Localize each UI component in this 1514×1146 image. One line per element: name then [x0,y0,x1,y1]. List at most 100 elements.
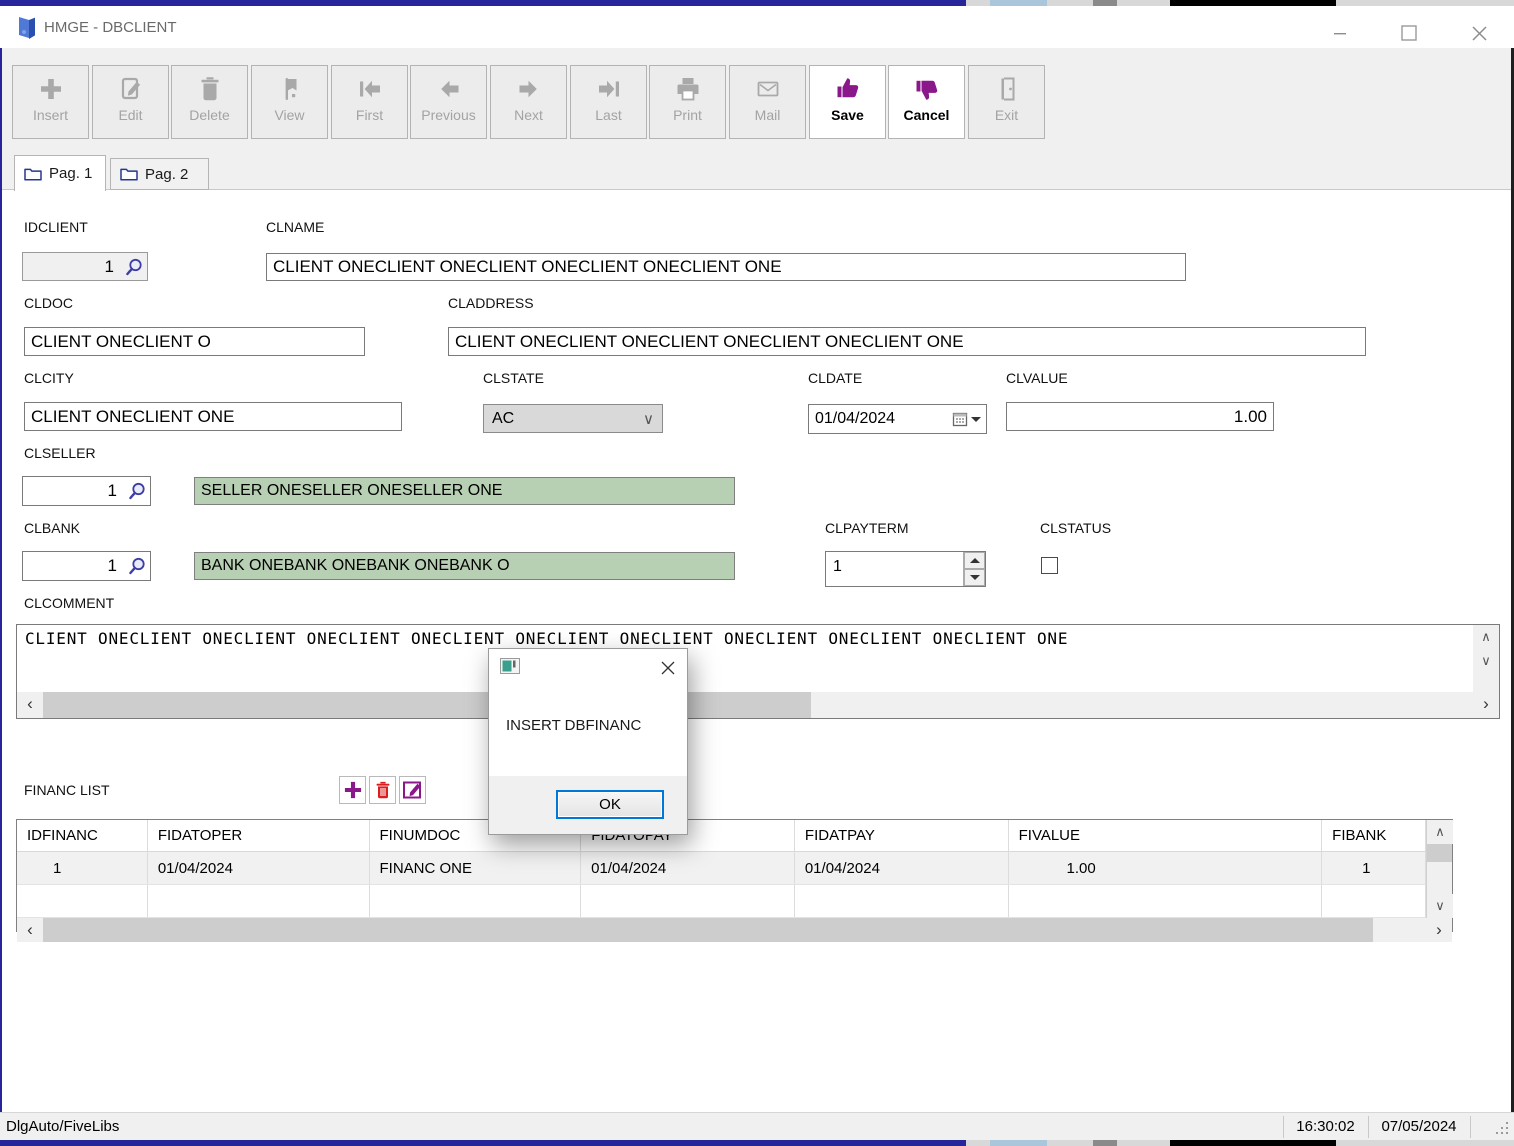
scroll-left-icon[interactable]: ‹ [17,918,43,942]
minimize-button[interactable] [1323,18,1357,48]
scroll-track[interactable] [1427,862,1452,894]
thumb-up-icon [833,74,863,104]
clcity-label: CLCITY [24,370,74,386]
financ-list-label: FINANC LIST [24,782,110,798]
tab-pag2[interactable]: Pag. 2 [110,158,209,190]
table-cell [17,885,148,917]
toolbar-button-print[interactable]: Print [649,65,726,139]
table-cell [1009,885,1323,917]
toolbar-button-save[interactable]: Save [809,65,886,139]
table-header-cell[interactable]: FIBANK [1322,820,1426,851]
toolbar-button-cancel[interactable]: Cancel [888,65,965,139]
table-header-cell[interactable]: FIDATPAY [795,820,1009,851]
toolbar-button-edit[interactable]: Edit [92,65,169,139]
toolbar-button-label: Save [831,107,864,123]
table-row-empty[interactable] [17,885,1426,918]
toolbar-button-label: Insert [33,107,68,123]
scroll-right-icon[interactable]: › [1473,692,1499,716]
financ-hscrollbar[interactable]: ‹ › [17,918,1452,942]
cldate-calendar-button[interactable] [946,405,986,433]
magnifier-icon [127,556,147,576]
tab-pag1[interactable]: Pag. 1 [14,155,106,191]
close-button[interactable] [1462,18,1496,48]
financ-table: IDFINANCFIDATOPERFINUMDOCFIDATOPAYFIDATP… [16,819,1453,932]
tab-label: Pag. 2 [145,166,188,183]
table-row[interactable]: 101/04/2024FINANC ONE01/04/202401/04/202… [17,852,1426,885]
print-icon [673,74,703,104]
first-icon [355,74,385,104]
clvalue-value: 1.00 [1007,407,1273,427]
clname-value: CLIENT ONECLIENT ONECLIENT ONECLIENT ONE… [267,257,1185,277]
clstate-select[interactable]: AC ∨ [483,404,663,433]
edge-segment [1093,1140,1117,1146]
scroll-thumb[interactable] [43,692,811,718]
clcomment-text[interactable]: CLIENT ONECLIENT ONECLIENT ONECLIENT ONE… [17,625,1473,692]
spin-up-button[interactable] [964,552,985,569]
idclient-lookup-button[interactable] [120,253,147,280]
toolbar-button-exit[interactable]: Exit [968,65,1045,139]
clcity-value: CLIENT ONECLIENT ONE [25,407,401,427]
clcomment-box[interactable]: CLIENT ONECLIENT ONECLIENT ONECLIENT ONE… [16,624,1500,719]
window-title: HMGE - DBCLIENT [44,19,177,36]
toolbar-button-previous[interactable]: Previous [410,65,487,139]
table-cell [370,885,582,917]
clcomment-vscrollbar[interactable]: ∧ ∨ [1473,625,1499,692]
toolbar-button-insert[interactable]: Insert [12,65,89,139]
next-icon [514,74,544,104]
edge-segment [966,1140,990,1146]
cldoc-field[interactable]: CLIENT ONECLIENT O [24,327,365,356]
scroll-track[interactable] [1473,673,1499,692]
clvalue-field[interactable]: 1.00 [1006,402,1274,431]
magnifier-icon [127,481,147,501]
toolbar-button-mail[interactable]: Mail [729,65,806,139]
ok-button[interactable]: OK [556,790,664,819]
toolbar-button-first[interactable]: First [331,65,408,139]
scroll-up-icon[interactable]: ∧ [1473,625,1499,649]
clseller-label: CLSELLER [24,445,96,461]
financ-delete-button[interactable] [369,776,396,804]
toolbar-button-label: Previous [421,107,475,123]
financ-vscrollbar[interactable]: ∧ ∨ [1426,820,1452,918]
claddress-field[interactable]: CLIENT ONECLIENT ONECLIENT ONECLIENT ONE… [448,327,1366,356]
cldate-field[interactable]: 01/04/2024 [808,404,987,434]
idclient-field: 1 [22,252,148,281]
clbank-id-field[interactable]: 1 [22,551,151,581]
toolbar-button-next[interactable]: Next [490,65,567,139]
financ-edit-button[interactable] [399,776,426,804]
clcomment-hscrollbar[interactable]: ‹ › [17,692,1499,718]
table-header-cell[interactable]: FIVALUE [1009,820,1323,851]
table-cell: FINANC ONE [370,852,582,884]
spin-down-button[interactable] [964,569,985,586]
clstatus-checkbox[interactable] [1041,557,1058,574]
scroll-thumb[interactable] [43,918,1373,942]
toolbar-button-view[interactable]: View [251,65,328,139]
resize-grip[interactable] [1506,1132,1508,1134]
table-header-cell[interactable]: FIDATOPER [148,820,370,851]
status-divider [1470,1116,1471,1138]
clname-field[interactable]: CLIENT ONECLIENT ONECLIENT ONECLIENT ONE… [266,253,1186,281]
clstate-value: AC [484,410,643,428]
scroll-left-icon[interactable]: ‹ [17,692,43,716]
clbank-lookup-button[interactable] [123,552,150,580]
table-header-cell[interactable]: IDFINANC [17,820,148,851]
scroll-thumb[interactable] [1427,844,1452,862]
financ-add-button[interactable] [339,776,366,804]
toolbar-button-delete[interactable]: Delete [171,65,248,139]
scroll-down-icon[interactable]: ∨ [1427,894,1453,918]
view-icon [275,74,305,104]
toolbar-button-last[interactable]: Last [570,65,647,139]
clpayterm-stepper[interactable]: 1 [825,551,986,587]
scroll-up-icon[interactable]: ∧ [1427,820,1453,844]
scroll-right-icon[interactable]: › [1426,918,1452,942]
clseller-lookup-button[interactable] [123,477,150,505]
maximize-button[interactable] [1392,18,1426,48]
scroll-down-icon[interactable]: ∨ [1473,649,1499,673]
scroll-track[interactable] [811,692,1473,718]
scroll-track[interactable] [1373,918,1426,942]
clseller-id-field[interactable]: 1 [22,476,151,506]
clbank-label: CLBANK [24,520,80,536]
clseller-name-field: SELLER ONESELLER ONESELLER ONE [194,477,735,505]
dialog-close-button[interactable] [657,657,679,679]
tab-label: Pag. 1 [49,165,92,182]
clcity-field[interactable]: CLIENT ONECLIENT ONE [24,402,402,431]
